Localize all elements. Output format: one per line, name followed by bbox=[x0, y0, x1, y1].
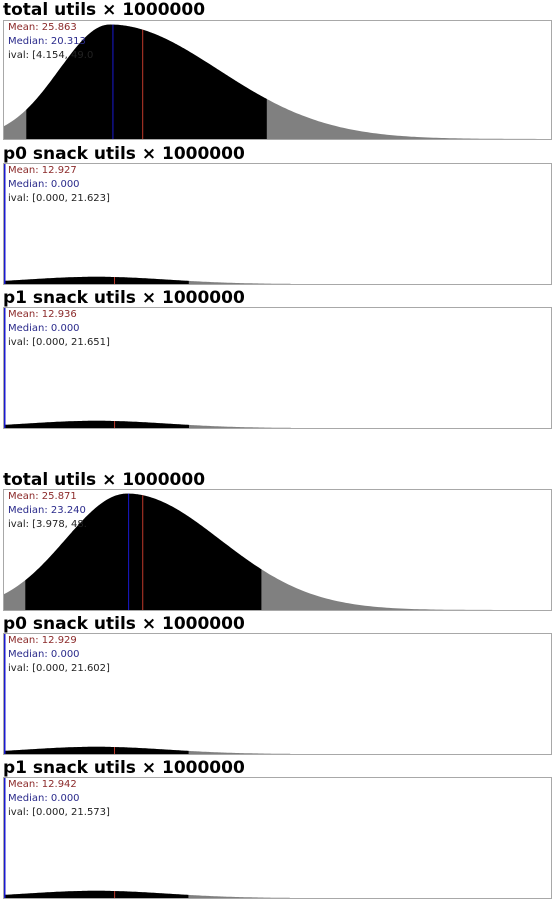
median-label: Median: 0.000 bbox=[8, 793, 80, 804]
median-line bbox=[4, 778, 6, 898]
interval-label: ival: [0.000, 21.651] bbox=[8, 337, 110, 348]
histogram-interval-area bbox=[4, 420, 189, 428]
histogram-svg bbox=[4, 493, 551, 610]
interval-label: ival: [3.978, 48. bbox=[8, 519, 87, 530]
panel-6-title: p1 snack utils × 1000000 bbox=[3, 758, 245, 778]
median-label: Median: 0.000 bbox=[8, 323, 80, 334]
mean-label: Mean: 25.863 bbox=[8, 22, 77, 33]
panel-5-title: p0 snack utils × 1000000 bbox=[3, 614, 245, 634]
mean-label: Mean: 12.936 bbox=[8, 309, 77, 320]
panel-3-title: p1 snack utils × 1000000 bbox=[3, 288, 245, 308]
interval-label: ival: [0.000, 21.602] bbox=[8, 663, 110, 674]
median-label: Median: 0.000 bbox=[8, 649, 80, 660]
interval-label: ival: [0.000, 21.623] bbox=[8, 193, 110, 204]
median-label: Median: 0.000 bbox=[8, 179, 80, 190]
interval-label: ival: [0.000, 21.573] bbox=[8, 807, 110, 818]
histogram-svg bbox=[4, 634, 291, 754]
mean-label: Mean: 12.929 bbox=[8, 635, 77, 646]
mean-label: Mean: 12.942 bbox=[8, 779, 77, 790]
median-line bbox=[4, 164, 6, 284]
panel-2-title: p0 snack utils × 1000000 bbox=[3, 144, 245, 164]
histogram-svg bbox=[4, 308, 291, 428]
mean-label: Mean: 12.927 bbox=[8, 165, 77, 176]
histogram-svg bbox=[4, 164, 291, 284]
panel-6-histogram: Mean: 12.942 Median: 0.000 ival: [0.000,… bbox=[3, 777, 552, 899]
histogram-svg bbox=[4, 778, 290, 898]
median-label: Median: 20.313 bbox=[8, 36, 86, 47]
panel-4-title: total utils × 1000000 bbox=[3, 470, 206, 490]
median-line bbox=[4, 308, 6, 428]
histogram-interval-area bbox=[4, 890, 189, 898]
histogram-svg bbox=[4, 24, 551, 139]
panel-3-histogram: Mean: 12.936 Median: 0.000 ival: [0.000,… bbox=[3, 307, 552, 429]
median-line bbox=[4, 634, 6, 754]
median-label: Median: 23.240 bbox=[8, 505, 86, 516]
panel-2-histogram: Mean: 12.927 Median: 0.000 ival: [0.000,… bbox=[3, 163, 552, 285]
interval-label: ival: [4.154, 49.0 bbox=[8, 50, 94, 61]
mean-label: Mean: 25.871 bbox=[8, 491, 77, 502]
panel-5-histogram: Mean: 12.929 Median: 0.000 ival: [0.000,… bbox=[3, 633, 552, 755]
panel-4-histogram: Mean: 25.871 Median: 23.240 ival: [3.978… bbox=[3, 489, 552, 611]
histogram-interval-area bbox=[4, 276, 189, 284]
panel-1-histogram: Mean: 25.863 Median: 20.313 ival: [4.154… bbox=[3, 20, 552, 140]
panel-1-title: total utils × 1000000 bbox=[3, 0, 206, 20]
histogram-interval-area bbox=[4, 746, 189, 754]
